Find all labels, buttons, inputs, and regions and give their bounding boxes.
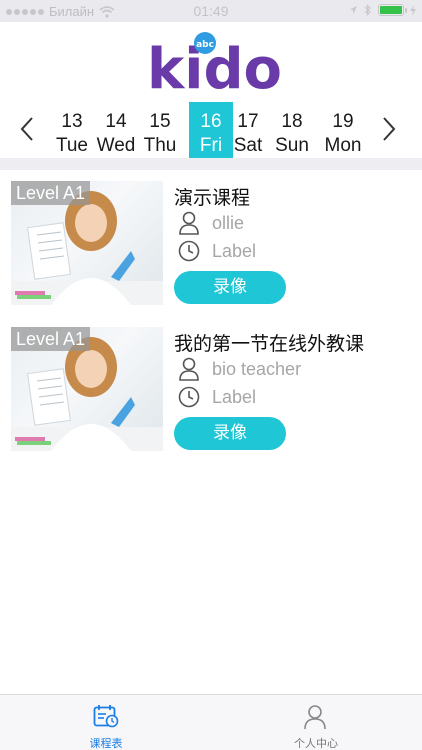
day-weekday: Wed: [96, 135, 136, 156]
day-number: 14: [105, 111, 127, 132]
time-row: Label: [178, 385, 256, 409]
level-badge: Level A1: [11, 181, 91, 205]
logo-badge-text: abc: [196, 40, 214, 50]
tab-schedule[interactable]: 课程表: [46, 695, 166, 750]
person-icon: [179, 357, 199, 381]
day-number: 19: [332, 111, 354, 132]
recording-button[interactable]: 录像: [174, 417, 286, 450]
day-19[interactable]: 19 Mon: [321, 102, 365, 158]
teacher-row: ollie: [178, 211, 244, 235]
tab-label: 课程表: [89, 737, 123, 750]
kido-logo: kido abc: [147, 32, 280, 94]
clock-icon: [178, 386, 200, 408]
day-weekday: Sat: [233, 135, 263, 156]
day-weekday: Mon: [324, 135, 362, 156]
course-thumbnail: Level A1: [11, 181, 163, 305]
teacher-row: bio teacher: [178, 357, 301, 381]
tab-profile[interactable]: 个人中心: [256, 695, 376, 750]
charging-icon: [410, 4, 416, 16]
clock-icon: [178, 240, 200, 262]
tab-label: 个人中心: [294, 737, 338, 750]
day-15[interactable]: 15 Thu: [138, 102, 182, 158]
course-time: Label: [212, 240, 257, 261]
course-card[interactable]: Level A1 我的第一节在线外教课 bio teacher Label 录像: [0, 327, 422, 457]
course-time: Label: [212, 386, 257, 407]
day-18[interactable]: 18 Sun: [270, 102, 314, 158]
location-icon: [350, 6, 357, 14]
day-number: 13: [61, 111, 83, 132]
course-card[interactable]: Level A1 演示课程 ollie Label 录像: [0, 181, 422, 311]
time-row: Label: [178, 239, 256, 263]
day-17[interactable]: 17 Sat: [226, 102, 270, 158]
tab-bar: 课程表 个人中心: [0, 694, 422, 750]
chevron-left-icon[interactable]: [16, 116, 40, 142]
course-title: 我的第一节在线外教课: [174, 334, 365, 355]
day-weekday: Tue: [55, 135, 89, 156]
person-icon: [304, 705, 326, 730]
day-14[interactable]: 14 Wed: [94, 102, 138, 158]
teacher-name: bio teacher: [212, 358, 302, 379]
day-number: 18: [281, 111, 303, 132]
day-number: 17: [237, 111, 259, 132]
day-13[interactable]: 13 Tue: [50, 102, 94, 158]
section-divider: [0, 158, 422, 170]
status-right: [349, 4, 416, 16]
date-strip: 13 Tue 14 Wed 15 Thu 16 Fri 17 Sat 18 Su…: [0, 100, 422, 158]
course-title: 演示课程: [174, 188, 251, 209]
level-badge: Level A1: [11, 327, 91, 351]
chevron-right-icon[interactable]: [376, 116, 400, 142]
teacher-name: ollie: [212, 212, 245, 233]
course-thumbnail: Level A1: [11, 327, 163, 451]
person-icon: [179, 211, 199, 235]
day-weekday: Thu: [143, 135, 177, 156]
battery-icon: [378, 4, 407, 16]
day-weekday: Sun: [275, 135, 309, 156]
bluetooth-icon: [364, 4, 371, 16]
status-bar: Билайн 01:49: [0, 0, 422, 22]
day-number: 15: [149, 111, 171, 132]
calendar-icon: [93, 705, 119, 728]
recording-button[interactable]: 录像: [174, 271, 286, 304]
